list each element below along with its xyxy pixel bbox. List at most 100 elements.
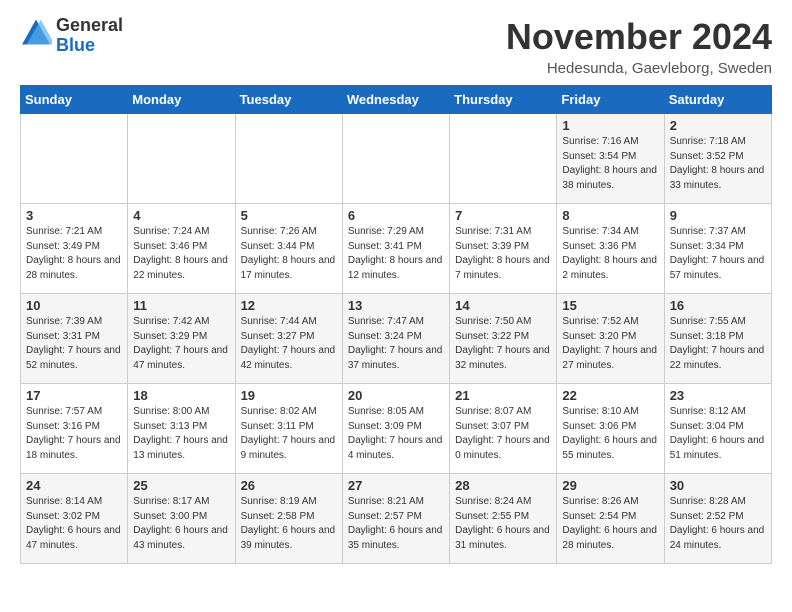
calendar-cell: 27 Sunrise: 8:21 AM Sunset: 2:57 PM Dayli… xyxy=(342,474,449,564)
cell-info: Sunrise: 7:44 AM Sunset: 3:27 PM Dayligh… xyxy=(241,315,337,373)
calendar-cell xyxy=(21,114,128,204)
day-number: 11 xyxy=(133,298,229,313)
calendar-cell: 6Sunrise: 7:29 AM Sunset: 3:41 PM Daylig… xyxy=(342,204,449,294)
day-header-friday: Friday xyxy=(557,86,664,114)
calendar-header-row: SundayMondayTuesdayWednesdayThursdayFrid… xyxy=(21,86,772,114)
calendar-cell: 15 Sunrise: 7:52 AM Sunset: 3:20 PM Dayli… xyxy=(557,294,664,384)
calendar-cell: 19 Sunrise: 8:02 AM Sunset: 3:11 PM Dayli… xyxy=(235,384,342,474)
calendar-cell: 22 Sunrise: 8:10 AM Sunset: 3:06 PM Dayli… xyxy=(557,384,664,474)
cell-info: Sunrise: 7:42 AM Sunset: 3:29 PM Dayligh… xyxy=(133,315,229,373)
calendar-cell: 28 Sunrise: 8:24 AM Sunset: 2:55 PM Dayli… xyxy=(450,474,557,564)
day-number: 27 xyxy=(348,478,444,493)
day-number: 12 xyxy=(241,298,337,313)
calendar-cell xyxy=(128,114,235,204)
calendar-cell: 9Sunrise: 7:37 AM Sunset: 3:34 PM Daylig… xyxy=(664,204,771,294)
calendar-cell xyxy=(235,114,342,204)
calendar-cell: 7Sunrise: 7:31 AM Sunset: 3:39 PM Daylig… xyxy=(450,204,557,294)
cell-info: Sunrise: 8:12 AM Sunset: 3:04 PM Dayligh… xyxy=(670,405,766,463)
cell-info: Sunrise: 7:39 AM Sunset: 3:31 PM Dayligh… xyxy=(26,315,122,373)
cell-info: Sunrise: 7:31 AM Sunset: 3:39 PM Dayligh… xyxy=(455,225,551,283)
day-header-wednesday: Wednesday xyxy=(342,86,449,114)
logo-blue: Blue xyxy=(56,36,123,56)
day-number: 19 xyxy=(241,388,337,403)
cell-info: Sunrise: 7:57 AM Sunset: 3:16 PM Dayligh… xyxy=(26,405,122,463)
cell-info: Sunrise: 7:29 AM Sunset: 3:41 PM Dayligh… xyxy=(348,225,444,283)
calendar-cell xyxy=(450,114,557,204)
calendar-cell: 24 Sunrise: 8:14 AM Sunset: 3:02 PM Dayli… xyxy=(21,474,128,564)
calendar-cell: 18 Sunrise: 8:00 AM Sunset: 3:13 PM Dayli… xyxy=(128,384,235,474)
day-number: 3 xyxy=(26,208,122,223)
calendar-week-4: 17 Sunrise: 7:57 AM Sunset: 3:16 PM Dayli… xyxy=(21,384,772,474)
cell-info: Sunrise: 7:16 AM Sunset: 3:54 PM Dayligh… xyxy=(562,135,658,193)
day-number: 22 xyxy=(562,388,658,403)
cell-info: Sunrise: 8:10 AM Sunset: 3:06 PM Dayligh… xyxy=(562,405,658,463)
cell-info: Sunrise: 8:21 AM Sunset: 2:57 PM Dayligh… xyxy=(348,495,444,553)
day-number: 13 xyxy=(348,298,444,313)
cell-info: Sunrise: 8:02 AM Sunset: 3:11 PM Dayligh… xyxy=(241,405,337,463)
calendar-cell: 1 Sunrise: 7:16 AM Sunset: 3:54 PM Daylig… xyxy=(557,114,664,204)
day-number: 2 xyxy=(670,118,766,133)
calendar-cell: 17 Sunrise: 7:57 AM Sunset: 3:16 PM Dayli… xyxy=(21,384,128,474)
calendar-week-2: 3Sunrise: 7:21 AM Sunset: 3:49 PM Daylig… xyxy=(21,204,772,294)
cell-info: Sunrise: 7:50 AM Sunset: 3:22 PM Dayligh… xyxy=(455,315,551,373)
calendar-cell: 11 Sunrise: 7:42 AM Sunset: 3:29 PM Dayli… xyxy=(128,294,235,384)
day-number: 1 xyxy=(562,118,658,133)
calendar-cell: 12 Sunrise: 7:44 AM Sunset: 3:27 PM Dayli… xyxy=(235,294,342,384)
cell-info: Sunrise: 8:24 AM Sunset: 2:55 PM Dayligh… xyxy=(455,495,551,553)
calendar-cell: 3Sunrise: 7:21 AM Sunset: 3:49 PM Daylig… xyxy=(21,204,128,294)
day-header-tuesday: Tuesday xyxy=(235,86,342,114)
calendar-cell: 8Sunrise: 7:34 AM Sunset: 3:36 PM Daylig… xyxy=(557,204,664,294)
calendar-week-3: 10 Sunrise: 7:39 AM Sunset: 3:31 PM Dayli… xyxy=(21,294,772,384)
calendar-cell xyxy=(342,114,449,204)
cell-info: Sunrise: 7:24 AM Sunset: 3:46 PM Dayligh… xyxy=(133,225,229,283)
day-number: 10 xyxy=(26,298,122,313)
day-header-sunday: Sunday xyxy=(21,86,128,114)
cell-info: Sunrise: 7:26 AM Sunset: 3:44 PM Dayligh… xyxy=(241,225,337,283)
cell-info: Sunrise: 8:28 AM Sunset: 2:52 PM Dayligh… xyxy=(670,495,766,553)
cell-info: Sunrise: 7:47 AM Sunset: 3:24 PM Dayligh… xyxy=(348,315,444,373)
calendar-cell: 29Sunrise: 8:26 AM Sunset: 2:54 PM Dayli… xyxy=(557,474,664,564)
day-number: 28 xyxy=(455,478,551,493)
calendar-cell: 30Sunrise: 8:28 AM Sunset: 2:52 PM Dayli… xyxy=(664,474,771,564)
page-header: General Blue November 2024 Hedesunda, Ga… xyxy=(20,16,772,77)
day-header-saturday: Saturday xyxy=(664,86,771,114)
day-number: 20 xyxy=(348,388,444,403)
calendar-cell: 21 Sunrise: 8:07 AM Sunset: 3:07 PM Dayli… xyxy=(450,384,557,474)
cell-info: Sunrise: 8:05 AM Sunset: 3:09 PM Dayligh… xyxy=(348,405,444,463)
logo: General Blue xyxy=(20,16,123,56)
day-number: 14 xyxy=(455,298,551,313)
title-block: November 2024 Hedesunda, Gaevleborg, Swe… xyxy=(506,16,772,77)
calendar-week-5: 24 Sunrise: 8:14 AM Sunset: 3:02 PM Dayli… xyxy=(21,474,772,564)
cell-info: Sunrise: 7:18 AM Sunset: 3:52 PM Dayligh… xyxy=(670,135,766,193)
day-number: 16 xyxy=(670,298,766,313)
calendar-cell: 26Sunrise: 8:19 AM Sunset: 2:58 PM Dayli… xyxy=(235,474,342,564)
day-number: 4 xyxy=(133,208,229,223)
day-number: 18 xyxy=(133,388,229,403)
calendar-cell: 23 Sunrise: 8:12 AM Sunset: 3:04 PM Dayli… xyxy=(664,384,771,474)
day-number: 24 xyxy=(26,478,122,493)
day-number: 9 xyxy=(670,208,766,223)
cell-info: Sunrise: 8:00 AM Sunset: 3:13 PM Dayligh… xyxy=(133,405,229,463)
day-number: 15 xyxy=(562,298,658,313)
day-number: 23 xyxy=(670,388,766,403)
calendar-cell: 20 Sunrise: 8:05 AM Sunset: 3:09 PM Dayli… xyxy=(342,384,449,474)
logo-icon xyxy=(20,18,52,46)
calendar-cell: 2 Sunrise: 7:18 AM Sunset: 3:52 PM Daylig… xyxy=(664,114,771,204)
day-header-monday: Monday xyxy=(128,86,235,114)
cell-info: Sunrise: 8:07 AM Sunset: 3:07 PM Dayligh… xyxy=(455,405,551,463)
day-number: 29 xyxy=(562,478,658,493)
calendar-cell: 25 Sunrise: 8:17 AM Sunset: 3:00 PM Dayli… xyxy=(128,474,235,564)
day-number: 21 xyxy=(455,388,551,403)
logo-general: General xyxy=(56,16,123,36)
cell-info: Sunrise: 8:14 AM Sunset: 3:02 PM Dayligh… xyxy=(26,495,122,553)
calendar-week-1: 1 Sunrise: 7:16 AM Sunset: 3:54 PM Daylig… xyxy=(21,114,772,204)
day-number: 25 xyxy=(133,478,229,493)
cell-info: Sunrise: 7:34 AM Sunset: 3:36 PM Dayligh… xyxy=(562,225,658,283)
location-subtitle: Hedesunda, Gaevleborg, Sweden xyxy=(506,60,772,77)
day-number: 17 xyxy=(26,388,122,403)
cell-info: Sunrise: 7:52 AM Sunset: 3:20 PM Dayligh… xyxy=(562,315,658,373)
cell-info: Sunrise: 7:55 AM Sunset: 3:18 PM Dayligh… xyxy=(670,315,766,373)
day-number: 26 xyxy=(241,478,337,493)
cell-info: Sunrise: 8:17 AM Sunset: 3:00 PM Dayligh… xyxy=(133,495,229,553)
calendar-cell: 5Sunrise: 7:26 AM Sunset: 3:44 PM Daylig… xyxy=(235,204,342,294)
